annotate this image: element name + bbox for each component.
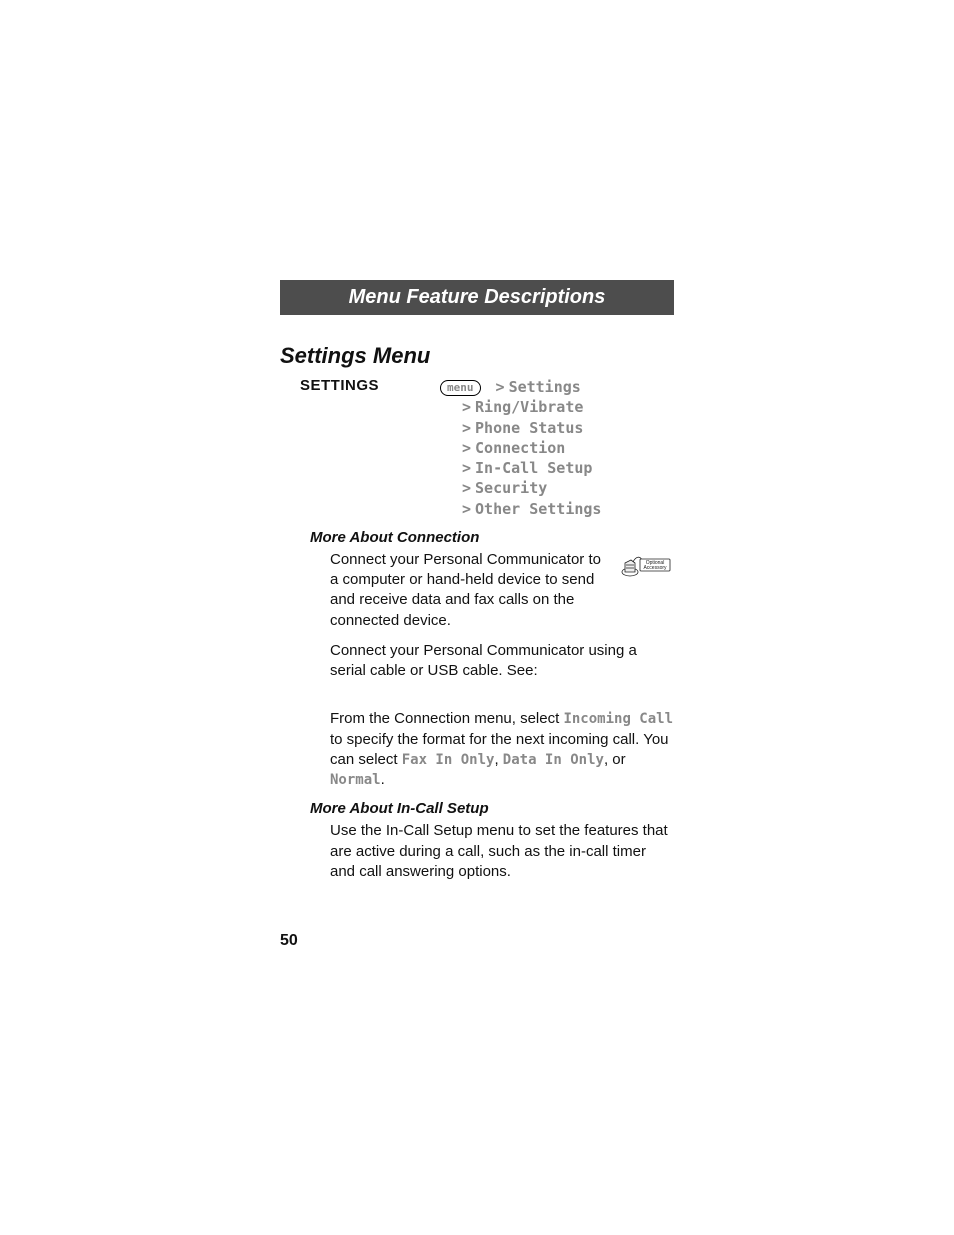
menu-item-label: Other Settings [475, 500, 601, 518]
menu-item-5: >Other Settings [440, 499, 601, 519]
menu-item-label: Ring/Vibrate [475, 398, 583, 416]
connection-opt-data: Data In Only [503, 752, 604, 768]
connection-p3-prefix: From the Connection menu, select [330, 710, 563, 727]
menu-item-label: Phone Status [475, 419, 583, 437]
menu-path: menu >Settings >Ring/Vibrate >Phone Stat… [440, 377, 601, 519]
menu-item-4: >Security [440, 478, 601, 498]
connection-p1: Connect your Personal Communicator to a … [330, 550, 604, 631]
settings-row: SETTINGS menu >Settings >Ring/Vibrate >P… [300, 377, 954, 519]
chevron-icon: > [496, 378, 509, 396]
incall-heading: More About In-Call Setup [310, 800, 954, 817]
chevron-icon: > [462, 439, 475, 457]
menu-item-1: >Phone Status [440, 418, 601, 438]
accessory-label-line2: Accessory [643, 565, 667, 571]
menu-item-label: Connection [475, 439, 565, 457]
connection-p1-text: Connect your Personal Communicator to a … [330, 551, 601, 629]
page-title: Menu Feature Descriptions [349, 286, 606, 308]
menu-item-2: >Connection [440, 438, 601, 458]
section-title: Settings Menu [280, 343, 954, 369]
menu-button-icon: menu [440, 380, 481, 396]
connection-incoming-call: Incoming Call [563, 711, 673, 727]
connection-opt-normal: Normal [330, 772, 381, 788]
menu-root-line: menu >Settings [440, 377, 601, 397]
menu-root: Settings [509, 378, 581, 396]
incall-p1: Use the In-Call Setup menu to set the fe… [330, 821, 674, 882]
chevron-icon: > [462, 398, 475, 416]
connection-p2: Connect your Personal Communicator using… [330, 641, 674, 682]
menu-item-0: >Ring/Vibrate [440, 397, 601, 417]
chevron-icon: > [462, 500, 475, 518]
menu-item-label: In-Call Setup [475, 459, 592, 477]
menu-item-label: Security [475, 479, 547, 497]
chevron-icon: > [462, 459, 475, 477]
optional-accessory-icon: Optional Accessory [620, 550, 672, 582]
connection-heading: More About Connection [310, 529, 954, 546]
page: Menu Feature Descriptions Settings Menu … [0, 0, 954, 1235]
connection-sep2: , or [604, 751, 626, 768]
chevron-icon: > [462, 479, 475, 497]
page-title-bar: Menu Feature Descriptions [280, 280, 674, 315]
menu-item-3: >In-Call Setup [440, 458, 601, 478]
connection-p3-end: . [381, 771, 385, 788]
page-number: 50 [280, 932, 298, 950]
settings-label: SETTINGS [300, 377, 440, 394]
connection-opt-fax: Fax In Only [402, 752, 495, 768]
connection-sep1: , [494, 751, 502, 768]
connection-p3: From the Connection menu, select Incomin… [330, 709, 674, 790]
chevron-icon: > [462, 419, 475, 437]
